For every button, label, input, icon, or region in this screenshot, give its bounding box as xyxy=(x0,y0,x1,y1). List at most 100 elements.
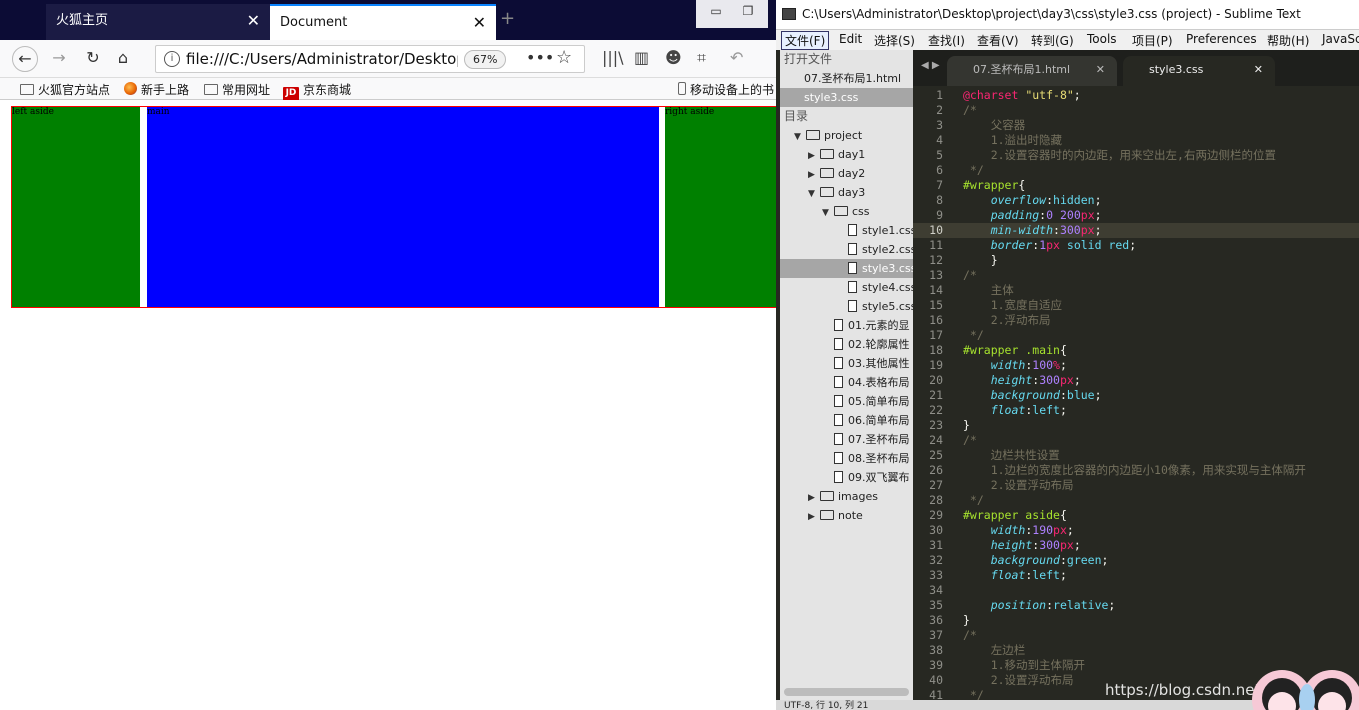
code-line[interactable]: 22 float:left; xyxy=(913,403,1359,418)
code-line[interactable]: 38 左边栏 xyxy=(913,643,1359,658)
tree-file[interactable]: style4.css xyxy=(780,278,913,297)
close-tab-icon[interactable]: ✕ xyxy=(1096,56,1105,84)
sidebar-toggle-icon[interactable]: ▥ xyxy=(634,48,649,67)
bookmark-item[interactable]: 常用网址 xyxy=(204,81,270,98)
tree-folder[interactable]: ▶ images xyxy=(780,487,913,506)
code-line[interactable]: 7 #wrapper{ xyxy=(913,178,1359,193)
code-line[interactable]: 9 padding:0 200px; xyxy=(913,208,1359,223)
code-line[interactable]: 32 background:green; xyxy=(913,553,1359,568)
menu-find[interactable]: 查找(I) xyxy=(928,32,965,49)
code-line[interactable]: 12 } xyxy=(913,253,1359,268)
open-file-item[interactable]: 07.圣杯布局1.html xyxy=(780,69,913,88)
code-line[interactable]: 35 position:relative; xyxy=(913,598,1359,613)
editor-tab-html[interactable]: 07.圣杯布局1.html ✕ xyxy=(947,56,1117,86)
code-line[interactable]: 17 */ xyxy=(913,328,1359,343)
code-line[interactable]: 5 2.设置容器时的内边距，用来空出左,右两边侧栏的位置 xyxy=(913,148,1359,163)
menu-project[interactable]: 项目(P) xyxy=(1132,32,1173,49)
menu-help[interactable]: 帮助(H) xyxy=(1267,32,1309,49)
code-line[interactable]: 34 xyxy=(913,583,1359,598)
menu-file[interactable]: 文件(F) xyxy=(781,31,830,50)
code-line[interactable]: 31 height:300px; xyxy=(913,538,1359,553)
code-editor[interactable]: 1 @charset "utf-8"; 2/* 3 父容器 4 1.溢出时隐藏 5 2.设… xyxy=(913,86,1359,702)
bookmark-item[interactable]: 新手上路 xyxy=(124,81,189,98)
tab-scroll-arrows-icon[interactable]: ◀ ▶ xyxy=(921,60,940,71)
open-file-item[interactable]: style3.css xyxy=(780,88,913,107)
bookmark-item[interactable]: 火狐官方站点 xyxy=(20,81,110,98)
code-line[interactable]: 36} xyxy=(913,613,1359,628)
tree-file[interactable]: 03.其他属性 xyxy=(780,354,913,373)
code-line[interactable]: 8 overflow:hidden; xyxy=(913,193,1359,208)
code-line[interactable]: 23} xyxy=(913,418,1359,433)
close-tab-icon[interactable]: ✕ xyxy=(473,6,486,40)
forward-arrow-icon[interactable]: → xyxy=(46,46,72,72)
code-line[interactable]: 27 2.设置浮动布局 xyxy=(913,478,1359,493)
code-line[interactable]: 20 height:300px; xyxy=(913,373,1359,388)
menu-tools[interactable]: Tools xyxy=(1087,32,1117,46)
code-line[interactable]: 26 1.边栏的宽度比容器的内边距小10像素，用来实现与主体隔开 xyxy=(913,463,1359,478)
tree-file[interactable]: 01.元素的显 xyxy=(780,316,913,335)
tree-file[interactable]: 05.简单布局 xyxy=(780,392,913,411)
reload-icon[interactable]: ↻ xyxy=(80,46,106,72)
restore-icon[interactable]: ❐ xyxy=(734,2,762,22)
tree-file[interactable]: 07.圣杯布局 xyxy=(780,430,913,449)
editor-tab-css[interactable]: style3.css ✕ xyxy=(1123,56,1275,86)
code-line[interactable]: 18 #wrapper .main{ xyxy=(913,343,1359,358)
code-line[interactable]: 4 1.溢出时隐藏 xyxy=(913,133,1359,148)
tree-file[interactable]: 09.双飞翼布 xyxy=(780,468,913,487)
tree-folder[interactable]: ▼ day3 xyxy=(780,183,913,202)
tree-folder[interactable]: ▼ css xyxy=(780,202,913,221)
tree-folder[interactable]: ▼ project xyxy=(780,126,913,145)
tab-document[interactable]: Document ✕ xyxy=(270,4,496,40)
code-line[interactable]: 13 /* xyxy=(913,268,1359,283)
url-text[interactable]: file:///C:/Users/Administrator/Desktop/p… xyxy=(186,50,458,68)
menu-javascript[interactable]: JavaSc xyxy=(1322,32,1359,46)
tree-folder[interactable]: ▶ day2 xyxy=(780,164,913,183)
code-line[interactable]: 15 1.宽度自适应 xyxy=(913,298,1359,313)
menu-goto[interactable]: 转到(G) xyxy=(1031,32,1074,49)
expanded-arrow-icon[interactable]: ▼ xyxy=(822,204,832,221)
code-line[interactable]: 25 边栏共性设置 xyxy=(913,448,1359,463)
tree-folder[interactable]: ▶ day1 xyxy=(780,145,913,164)
code-line[interactable]: 2 /* xyxy=(913,103,1359,118)
zoom-level-badge[interactable]: 67% xyxy=(464,50,507,69)
code-line[interactable]: 30 width:190px; xyxy=(913,523,1359,538)
menu-selection[interactable]: 选择(S) xyxy=(874,32,915,49)
tree-file[interactable]: style2.css xyxy=(780,240,913,259)
collapsed-arrow-icon[interactable]: ▶ xyxy=(808,489,818,506)
undo-icon[interactable]: ↶ xyxy=(730,48,743,67)
tree-file[interactable]: style3.css xyxy=(780,259,913,278)
back-arrow-icon[interactable]: ← xyxy=(12,46,38,72)
library-icon[interactable]: |||\ xyxy=(602,48,624,67)
code-line[interactable]: 37 /* xyxy=(913,628,1359,643)
tree-file[interactable]: 04.表格布局 xyxy=(780,373,913,392)
tab-firefox-home[interactable]: 火狐主页 ✕ xyxy=(46,4,270,40)
collapsed-arrow-icon[interactable]: ▶ xyxy=(808,166,818,183)
code-line[interactable]: 6 */ xyxy=(913,163,1359,178)
code-line[interactable]: 16 2.浮动布局 xyxy=(913,313,1359,328)
minimize-icon[interactable]: ▭ xyxy=(702,2,730,22)
home-icon[interactable]: ⌂ xyxy=(110,46,136,72)
code-line[interactable]: 28 */ xyxy=(913,493,1359,508)
menu-preferences[interactable]: Preferences xyxy=(1186,32,1257,46)
code-line[interactable]: 19 width:100%; xyxy=(913,358,1359,373)
tree-file[interactable]: 06.简单布局 xyxy=(780,411,913,430)
code-line[interactable]: 3 父容器 xyxy=(913,118,1359,133)
menu-view[interactable]: 查看(V) xyxy=(977,32,1019,49)
code-line[interactable]: 10 min-width:300px; xyxy=(913,223,1359,238)
code-line[interactable]: 11 border:1px solid red; xyxy=(913,238,1359,253)
tree-file[interactable]: style1.css xyxy=(780,221,913,240)
expanded-arrow-icon[interactable]: ▼ xyxy=(794,128,804,145)
code-line[interactable]: 33 float:left; xyxy=(913,568,1359,583)
screenshot-crop-icon[interactable]: ⌗ xyxy=(697,48,706,68)
bookmark-item[interactable]: JD 京东商城 xyxy=(283,81,351,101)
account-icon[interactable]: ☻ xyxy=(665,48,682,67)
collapsed-arrow-icon[interactable]: ▶ xyxy=(808,508,818,525)
collapsed-arrow-icon[interactable]: ▶ xyxy=(808,147,818,164)
menu-edit[interactable]: Edit xyxy=(839,32,862,46)
more-actions-icon[interactable]: ••• xyxy=(526,48,554,67)
code-line[interactable]: 1 @charset "utf-8"; xyxy=(913,88,1359,103)
close-tab-icon[interactable]: ✕ xyxy=(247,4,260,38)
code-line[interactable]: 14 主体 xyxy=(913,283,1359,298)
tree-file[interactable]: style5.css xyxy=(780,297,913,316)
expanded-arrow-icon[interactable]: ▼ xyxy=(808,185,818,202)
